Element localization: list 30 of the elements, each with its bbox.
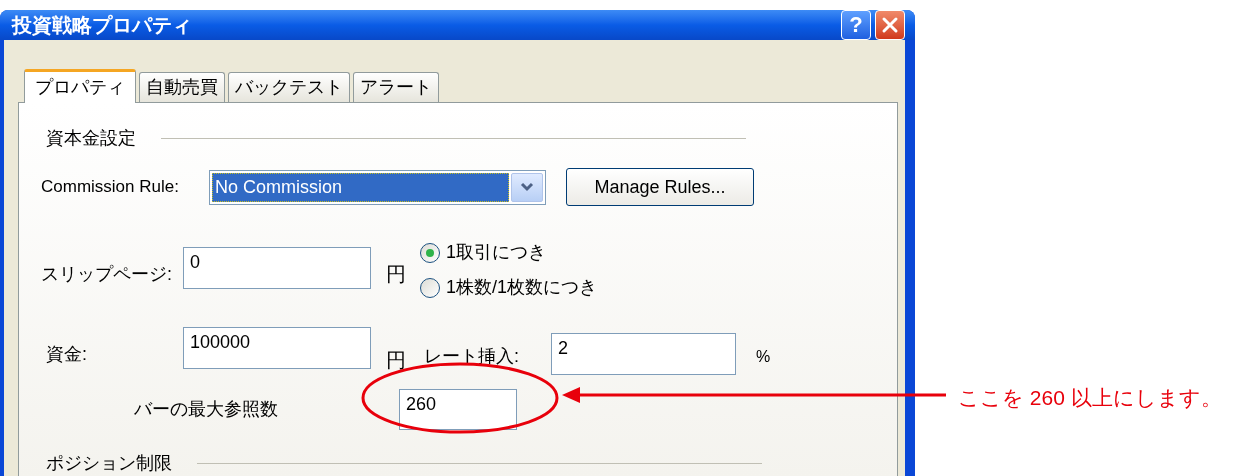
input-field[interactable]: 0 [183, 247, 371, 289]
field-label: スリップページ: [40, 263, 173, 286]
dropdown-value: No Commission [212, 172, 509, 202]
commission-dropdown[interactable]: No Commission [209, 169, 546, 205]
radio-label: 1株数/1枚数につき [446, 276, 598, 299]
section-title: ポジション制限 [46, 452, 172, 475]
radio-button[interactable] [420, 277, 440, 298]
unit-label: 円 [386, 262, 406, 287]
window-title: 投資戦略プロパティ [12, 13, 193, 38]
field-label: レート挿入: [424, 345, 520, 368]
field-label: 資金: [45, 343, 88, 366]
input-field[interactable]: 260 [399, 389, 517, 430]
radio-label: 1取引につき [446, 241, 546, 264]
input-field[interactable]: 2 [551, 333, 736, 375]
chevron-down-icon [520, 182, 534, 192]
manage-rules-button[interactable]: Manage Rules... [566, 168, 754, 206]
field-label: Commission Rule: [41, 176, 180, 199]
radio-button[interactable] [420, 242, 440, 263]
tab[interactable]: プロパティ [24, 69, 136, 103]
unit-label: 円 [386, 348, 406, 373]
tab[interactable]: アラート [353, 72, 439, 102]
tab[interactable]: 自動売買 [139, 72, 225, 102]
tab[interactable]: バックテスト [228, 72, 350, 102]
annotation-text: ここを 260 以上にします。 [958, 385, 1222, 411]
close-button[interactable] [875, 10, 905, 40]
close-icon [881, 16, 899, 34]
unit-label: % [756, 347, 771, 367]
section-title: 資本金設定 [46, 127, 136, 150]
input-field[interactable]: 100000 [183, 327, 371, 369]
field-label: バーの最大参照数 [134, 398, 279, 421]
